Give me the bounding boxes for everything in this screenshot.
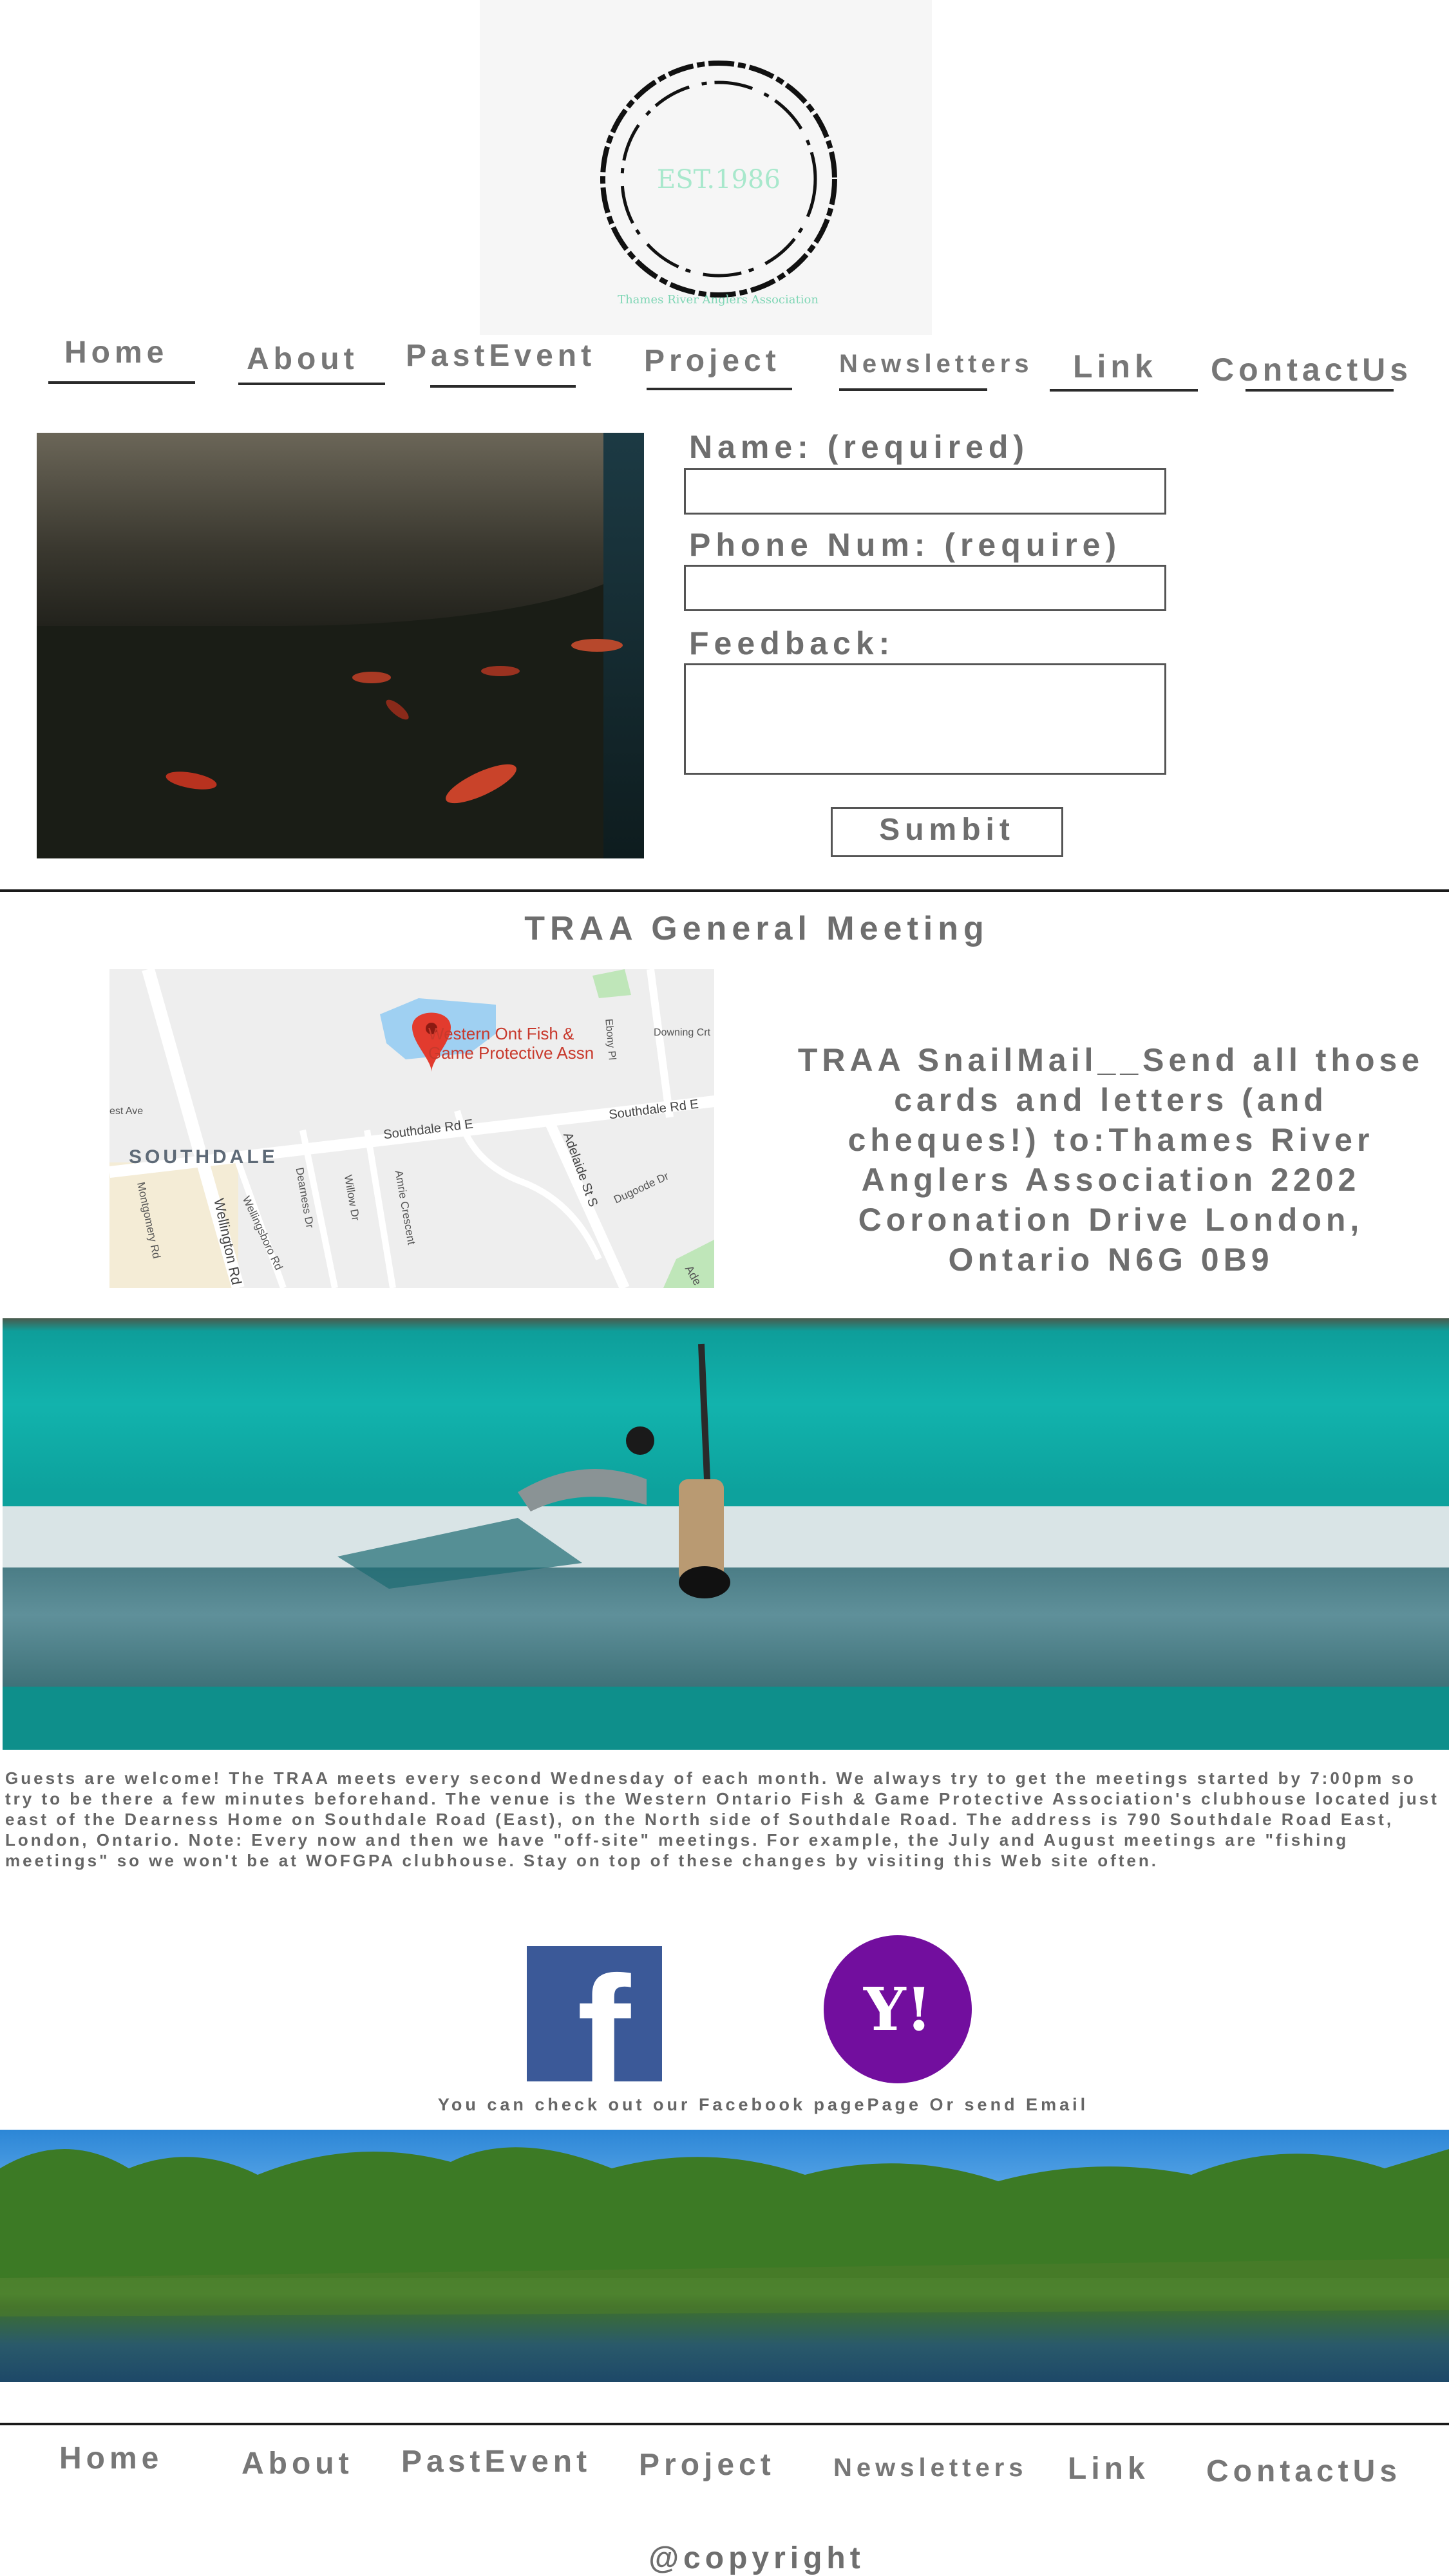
section-divider [0,889,1449,892]
river-panorama-photo [0,2130,1449,2382]
copyright-text: @copyright [649,2541,865,2575]
footer-nav-link[interactable]: Link [1068,2451,1150,2486]
nav-project-underline [647,388,792,390]
nav-home-underline [48,381,195,384]
nav-link[interactable]: Link [1073,348,1157,385]
facebook-glyph: f [577,1946,631,2082]
nav-pastevent-underline [430,385,576,388]
meeting-title: TRAA General Meeting [524,910,989,947]
rod-and-reel [337,1343,730,1598]
footer-divider [0,2423,1449,2425]
name-label: Name: (required) [689,429,1030,465]
facebook-icon[interactable]: f [527,1946,662,2081]
logo-panel: EST.1986 Thames River Anglers Associatio… [480,0,932,335]
footer-nav-pastevent[interactable]: PastEvent [401,2444,591,2479]
map-road-label: est Ave [109,1106,144,1117]
koi-photo [37,433,644,858]
social-caption: You can check out our Facebook pagePage … [437,2095,1089,2114]
name-input[interactable] [684,468,1166,515]
meeting-info-paragraph: Guests are welcome! The TRAA meets every… [5,1768,1439,1870]
footer-nav-newsletters[interactable]: Newsletters [833,2454,1028,2483]
nav-about[interactable]: About [247,341,359,377]
nav-link-underline [1050,389,1198,392]
submit-button[interactable]: Sumbit [831,807,1063,857]
yahoo-mail-icon[interactable]: Y! [824,1935,972,2083]
tree-line [0,2147,1449,2316]
snailmail-address: TRAA SnailMail__Send all those cards and… [797,1042,1425,1278]
logo-seal: EST.1986 [600,61,837,298]
logo-caption: Thames River Anglers Association [618,293,819,307]
map-area-label: SOUTHDALE [129,1146,278,1168]
koi-fish [166,639,623,804]
footer-nav-contactus[interactable]: ContactUs [1206,2454,1401,2489]
nav-newsletters[interactable]: Newsletters [839,350,1034,379]
nav-newsletters-underline [839,388,987,391]
phone-input[interactable] [684,565,1166,611]
fishing-rod-photo [3,1318,1449,1750]
nav-contactus-underline [1245,389,1394,392]
logo-text: EST.1986 [657,165,781,194]
footer-nav-project[interactable]: Project [639,2447,775,2483]
map-place-label: Western Ont Fish & Game Protective Assn [428,1024,594,1063]
map-road-label: Downing Crt [654,1027,711,1038]
footer-nav-about[interactable]: About [242,2446,354,2481]
feedback-textarea[interactable] [684,663,1166,775]
nav-pastevent[interactable]: PastEvent [406,338,596,374]
phone-label: Phone Num: (require) [689,527,1122,563]
nav-contactus[interactable]: ContactUs [1211,351,1412,388]
nav-home[interactable]: Home [64,335,168,370]
yahoo-glyph: Y! [863,1975,933,2044]
location-map[interactable]: Western Ont Fish & Game Protective Assn … [109,969,714,1288]
nav-about-underline [238,383,385,385]
nav-project[interactable]: Project [644,343,781,379]
footer-nav-home[interactable]: Home [59,2441,163,2476]
feedback-label: Feedback: [689,625,895,661]
